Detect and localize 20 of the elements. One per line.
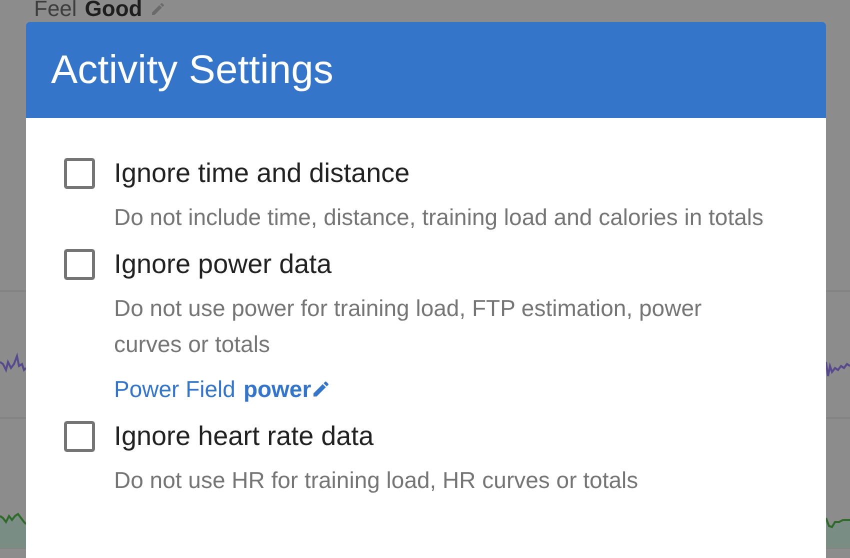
line-chart-drawing [0, 352, 26, 373]
area-chart-drawing [0, 512, 26, 548]
checkbox[interactable] [64, 420, 95, 452]
option-description: Do not use HR for training load, HR curves or totals [114, 466, 640, 495]
option-label: Ignore heart rate data [114, 420, 375, 452]
checkbox[interactable] [64, 158, 95, 189]
dialog-title: Activity Settings [51, 47, 334, 94]
option-label: Ignore power data [114, 249, 333, 280]
option-description: Do not include time, distance, training load and calories in totals [114, 203, 764, 232]
feel-value: Good [84, 0, 142, 20]
checkbox[interactable] [64, 249, 95, 280]
option-label: Ignore time and distance [114, 158, 411, 189]
option-description: Do not use power for training load, FTP estimation, power curves or totals [114, 294, 703, 359]
feel-label: Feel [34, 0, 77, 20]
area-chart-drawing [826, 518, 850, 548]
field-label: Power Field [114, 375, 236, 404]
pencil-icon [150, 1, 166, 17]
line-chart-drawing [826, 362, 850, 377]
field-value-link[interactable]: power [243, 372, 312, 406]
pencil-icon[interactable] [311, 379, 332, 400]
